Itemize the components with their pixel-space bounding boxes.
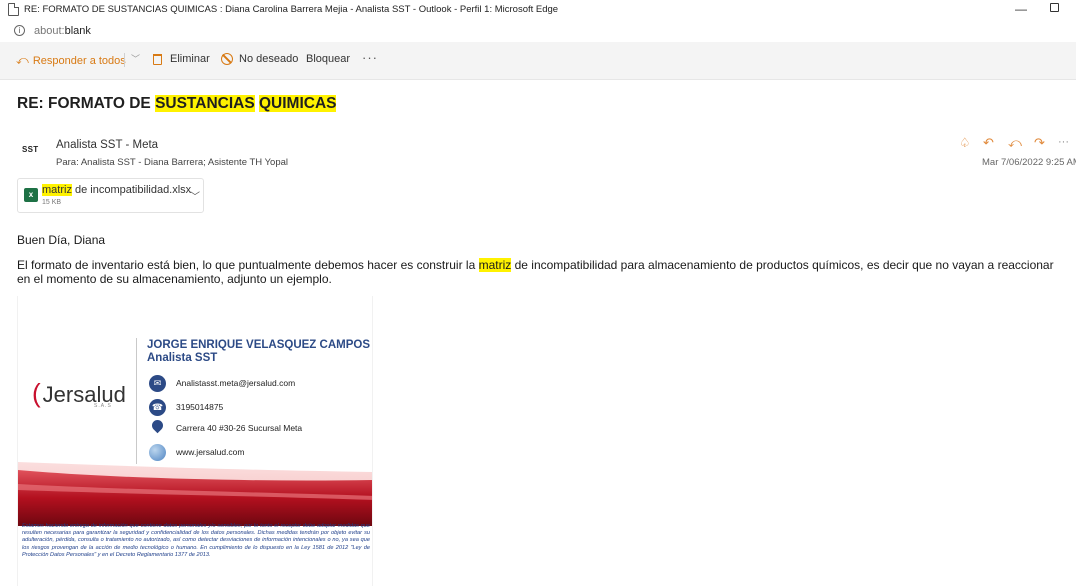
forward-icon[interactable]: ↷ (1034, 135, 1045, 151)
reply-all-icon: ⤺ (16, 53, 29, 67)
sender-avatar: SST (22, 145, 39, 154)
more-options-icon[interactable]: ··· (1058, 136, 1069, 148)
message-date: Mar 7/06/2022 9:25 AM (982, 157, 1076, 168)
document-icon (8, 3, 19, 16)
address-bar[interactable]: i about:blank (0, 21, 1076, 42)
signature-phone-row: ☎ 3195014875 (149, 397, 223, 417)
junk-label: No deseado (239, 53, 299, 65)
location-pin-icon (149, 420, 166, 437)
signature-address: Carrera 40 #30-26 Sucursal Meta (176, 423, 303, 433)
signature-name: JORGE ENRIQUE VELASQUEZ CAMPOS (147, 339, 371, 351)
logo-subtitle: S.A.S (94, 403, 112, 409)
signature-email: Analistasst.meta@jersalud.com (176, 378, 296, 388)
minimize-button[interactable]: — (1015, 2, 1027, 16)
block-circle-icon (221, 53, 233, 65)
maximize-button[interactable] (1050, 3, 1059, 12)
signature-address-row: Carrera 40 #30-26 Sucursal Meta (149, 418, 302, 438)
attachment-name[interactable]: matriz de incompatibilidad.xlsx (42, 184, 191, 196)
message-toolbar: ⤺ Responder a todos ﹀ Eliminar No desead… (0, 42, 1076, 80)
message-subject: RE: FORMATO DE SUSTANCIAS QUIMICAS (17, 95, 337, 112)
signature-divider (136, 338, 137, 464)
greeting-text: Buen Día, Diana (17, 233, 106, 247)
reply-all-icon[interactable]: ⤺ (1008, 135, 1022, 151)
mail-icon: ✉ (149, 374, 166, 392)
url-text[interactable]: about:blank (34, 25, 91, 37)
signature-email-row: ✉ Analistasst.meta@jersalud.com (149, 373, 295, 393)
signature-role: Analista SST (147, 352, 218, 364)
attachment-card[interactable]: x matriz de incompatibilidad.xlsx 15 KB … (17, 178, 204, 213)
sender-name[interactable]: Analista SST - Meta (56, 139, 158, 151)
recipients-line: Para: Analista SST - Diana Barrera; Asis… (56, 157, 288, 168)
like-icon[interactable]: ♤ (959, 135, 971, 151)
signature-phone: 3195014875 (176, 402, 224, 412)
block-label: Bloquear (306, 53, 351, 65)
trash-icon (153, 53, 162, 65)
phone-icon: ☎ (149, 398, 166, 416)
excel-icon: x (24, 188, 38, 202)
junk-button[interactable]: No deseado (221, 53, 298, 65)
chevron-down-icon[interactable]: ﹀ (190, 188, 200, 203)
privacy-disclaimer: Estamos haciendo entrega de información … (22, 523, 370, 558)
delete-button[interactable]: Eliminar (153, 53, 210, 65)
chevron-down-icon[interactable]: ﹀ (131, 52, 140, 65)
delete-label: Eliminar (170, 53, 210, 65)
more-actions-button[interactable]: ··· (362, 50, 378, 65)
block-button[interactable]: Bloquear (306, 53, 350, 65)
reply-all-label: Responder a todos (32, 54, 126, 67)
reply-all-button[interactable]: ⤺ Responder a todos (16, 53, 126, 68)
email-signature-image: (Jersalud S.A.S JORGE ENRIQUE VELASQUEZ … (17, 296, 373, 586)
attachment-size: 15 KB (42, 199, 62, 206)
red-wave-graphic (18, 462, 372, 526)
toolbar-divider (124, 53, 125, 67)
reply-icon[interactable]: ↶ (983, 135, 994, 151)
window-title: RE: FORMATO DE SUSTANCIAS QUIMICAS : Dia… (24, 4, 559, 15)
window-title-bar: RE: FORMATO DE SUSTANCIAS QUIMICAS : Dia… (0, 0, 1076, 21)
message-paragraph: El formato de inventario está bien, lo q… (17, 258, 1054, 286)
info-icon[interactable]: i (14, 25, 25, 36)
